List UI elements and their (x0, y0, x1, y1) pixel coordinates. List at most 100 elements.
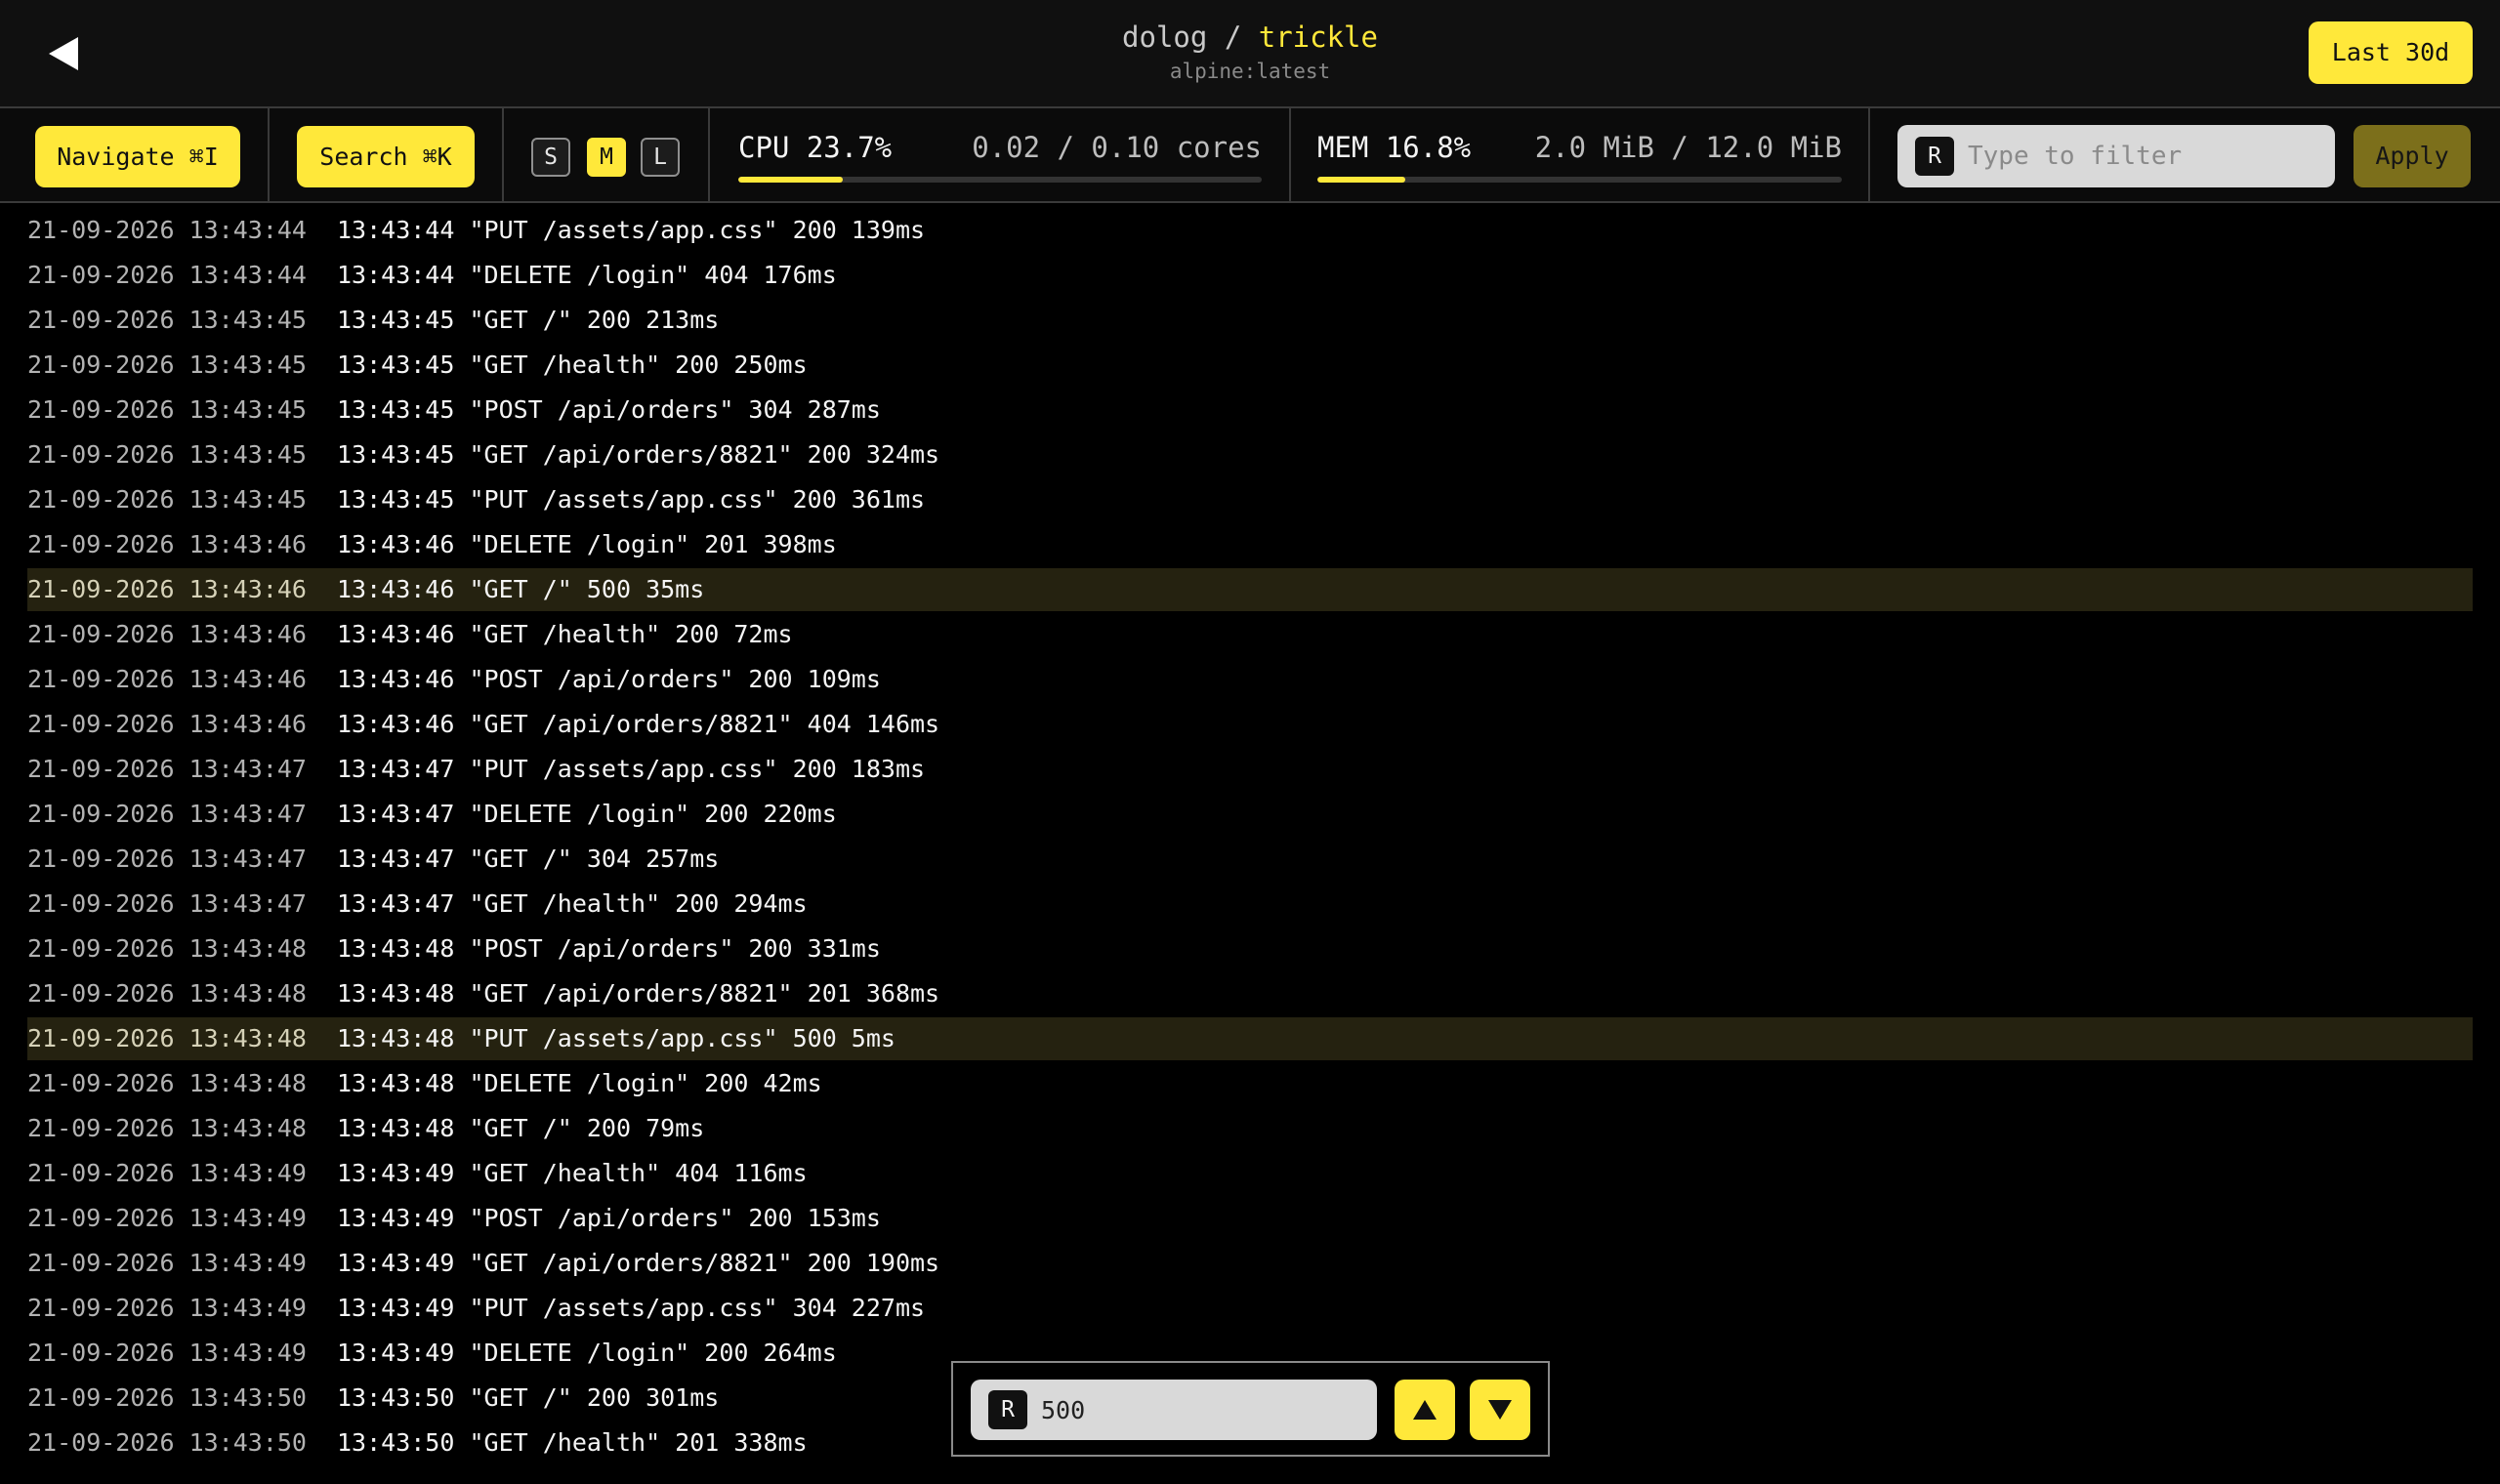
log-timestamp: 21-09-2026 13:43:46 (27, 665, 307, 693)
regex-badge[interactable]: R (1915, 137, 1954, 176)
log-timestamp: 21-09-2026 13:43:45 (27, 306, 307, 334)
log-row[interactable]: 21-09-2026 13:43:47 13:43:47 "GET /health… (27, 883, 2473, 926)
log-message: 13:43:47 "PUT /assets/app.css" 200 183ms (337, 755, 926, 783)
log-message: 13:43:48 "POST /api/orders" 200 331ms (337, 934, 881, 963)
log-row[interactable]: 21-09-2026 13:43:48 13:43:48 "POST /api/o… (27, 928, 2473, 970)
log-row[interactable]: 21-09-2026 13:43:47 13:43:47 "GET /" 304 … (27, 838, 2473, 881)
log-message: 13:43:45 "GET /api/orders/8821" 200 324m… (337, 440, 940, 469)
log-row[interactable]: 21-09-2026 13:43:45 13:43:45 "GET /" 200 … (27, 299, 2473, 342)
log-row[interactable]: 21-09-2026 13:43:47 13:43:47 "PUT /assets… (27, 748, 2473, 791)
log-row[interactable]: 21-09-2026 13:43:45 13:43:45 "POST /api/o… (27, 389, 2473, 432)
log-timestamp: 21-09-2026 13:43:49 (27, 1204, 307, 1232)
mem-label: MEM 16.8% (1317, 131, 1472, 164)
log-timestamp: 21-09-2026 13:43:46 (27, 620, 307, 648)
image-name: alpine:latest (1169, 60, 1331, 83)
navigator-search-input[interactable] (1039, 1380, 1361, 1440)
log-message: 13:43:46 "GET /api/orders/8821" 404 146m… (337, 710, 940, 738)
log-message: 13:43:48 "PUT /assets/app.css" 500 5ms (337, 1024, 896, 1052)
project-name: dolog (1122, 21, 1208, 54)
log-row[interactable]: 21-09-2026 13:43:46 13:43:46 "GET /health… (27, 613, 2473, 656)
log-row[interactable]: 21-09-2026 13:43:46 13:43:46 "POST /api/o… (27, 658, 2473, 701)
log-row[interactable]: 21-09-2026 13:43:49 13:43:49 "POST /api/o… (27, 1197, 2473, 1240)
top-header: dolog / trickle alpine:latest Last 30d (0, 0, 2500, 108)
log-timestamp: 21-09-2026 13:43:45 (27, 395, 307, 424)
toolbar-divider (1868, 108, 1870, 203)
log-row[interactable]: 21-09-2026 13:43:44 13:43:44 "PUT /assets… (27, 209, 2473, 252)
log-message: 13:43:49 "GET /health" 404 116ms (337, 1159, 808, 1187)
mem-usage-fill (1317, 177, 1405, 183)
size-medium-button[interactable]: M (587, 138, 626, 177)
log-message: 13:43:46 "DELETE /login" 201 398ms (337, 530, 837, 558)
log-message: 13:43:48 "DELETE /login" 200 42ms (337, 1069, 822, 1097)
cpu-value: 0.02 / 0.10 cores (972, 131, 1262, 164)
previous-match-button[interactable] (1395, 1380, 1455, 1440)
filter-input[interactable] (1966, 125, 2317, 187)
log-message: 13:43:47 "DELETE /login" 200 220ms (337, 800, 837, 828)
log-message: 13:43:44 "DELETE /login" 404 176ms (337, 261, 837, 289)
log-timestamp: 21-09-2026 13:43:48 (27, 979, 307, 1008)
log-timestamp: 21-09-2026 13:43:48 (27, 1069, 307, 1097)
search-button[interactable]: Search ⌘K (297, 126, 475, 187)
log-timestamp: 21-09-2026 13:43:48 (27, 1114, 307, 1142)
toolbar-divider (708, 108, 710, 203)
log-row[interactable]: 21-09-2026 13:43:49 13:43:49 "GET /health… (27, 1152, 2473, 1195)
log-message: 13:43:50 "GET /" 200 301ms (337, 1383, 720, 1412)
navigate-button[interactable]: Navigate ⌘I (35, 126, 240, 187)
log-row-match[interactable]: 21-09-2026 13:43:48 13:43:48 "PUT /assets… (27, 1017, 2473, 1060)
regex-badge[interactable]: R (988, 1390, 1027, 1429)
mem-usage-bar (1317, 177, 1842, 183)
toolbar-divider (1289, 108, 1291, 203)
log-row[interactable]: 21-09-2026 13:43:45 13:43:45 "GET /health… (27, 344, 2473, 387)
log-row[interactable]: 21-09-2026 13:43:49 13:43:49 "GET /api/or… (27, 1242, 2473, 1285)
log-list[interactable]: 21-09-2026 13:43:44 13:43:44 "PUT /assets… (0, 205, 2500, 1484)
log-message: 13:43:45 "POST /api/orders" 304 287ms (337, 395, 881, 424)
log-row[interactable]: 21-09-2026 13:43:45 13:43:45 "PUT /assets… (27, 478, 2473, 521)
log-message: 13:43:47 "GET /" 304 257ms (337, 845, 720, 873)
log-timestamp: 21-09-2026 13:43:47 (27, 845, 307, 873)
log-message: 13:43:49 "POST /api/orders" 200 153ms (337, 1204, 881, 1232)
time-range-button[interactable]: Last 30d (2309, 21, 2473, 84)
log-timestamp: 21-09-2026 13:43:49 (27, 1159, 307, 1187)
size-small-button[interactable]: S (531, 138, 570, 177)
log-row[interactable]: 21-09-2026 13:43:49 13:43:49 "PUT /assets… (27, 1287, 2473, 1330)
log-timestamp: 21-09-2026 13:43:46 (27, 710, 307, 738)
search-navigator: R (951, 1361, 1550, 1457)
log-timestamp: 21-09-2026 13:43:44 (27, 261, 307, 289)
log-message: 13:43:49 "DELETE /login" 200 264ms (337, 1339, 837, 1367)
arrow-down-icon (1470, 1398, 1530, 1422)
log-message: 13:43:48 "GET /api/orders/8821" 201 368m… (337, 979, 940, 1008)
log-message: 13:43:50 "GET /health" 201 338ms (337, 1428, 808, 1457)
log-timestamp: 21-09-2026 13:43:47 (27, 889, 307, 918)
toolbar: Navigate ⌘I Search ⌘K S M L CPU 23.7% 0.… (0, 108, 2500, 203)
title-block: dolog / trickle alpine:latest (0, 18, 2500, 84)
log-row[interactable]: 21-09-2026 13:43:48 13:43:48 "DELETE /log… (27, 1062, 2473, 1105)
log-timestamp: 21-09-2026 13:43:47 (27, 755, 307, 783)
log-message: 13:43:45 "PUT /assets/app.css" 200 361ms (337, 485, 926, 514)
size-large-button[interactable]: L (641, 138, 680, 177)
log-timestamp: 21-09-2026 13:43:45 (27, 350, 307, 379)
cpu-usage-bar (738, 177, 1262, 183)
toolbar-divider (502, 108, 504, 203)
log-timestamp: 21-09-2026 13:43:50 (27, 1383, 307, 1412)
breadcrumb: dolog / trickle (0, 18, 2500, 57)
navigator-input-box: R (971, 1380, 1377, 1440)
apply-button[interactable]: Apply (2354, 125, 2471, 187)
log-timestamp: 21-09-2026 13:43:46 (27, 530, 307, 558)
log-row[interactable]: 21-09-2026 13:43:48 13:43:48 "GET /" 200 … (27, 1107, 2473, 1150)
log-timestamp: 21-09-2026 13:43:49 (27, 1249, 307, 1277)
log-message: 13:43:48 "GET /" 200 79ms (337, 1114, 705, 1142)
log-row[interactable]: 21-09-2026 13:43:47 13:43:47 "DELETE /log… (27, 793, 2473, 836)
log-row[interactable]: 21-09-2026 13:43:44 13:43:44 "DELETE /log… (27, 254, 2473, 297)
log-timestamp: 21-09-2026 13:43:44 (27, 216, 307, 244)
log-row[interactable]: 21-09-2026 13:43:46 13:43:46 "DELETE /log… (27, 523, 2473, 566)
log-message: 13:43:46 "GET /health" 200 72ms (337, 620, 793, 648)
log-message: 13:43:49 "PUT /assets/app.css" 304 227ms (337, 1294, 926, 1322)
log-message: 13:43:46 "POST /api/orders" 200 109ms (337, 665, 881, 693)
arrow-up-icon (1395, 1398, 1455, 1422)
next-match-button[interactable] (1470, 1380, 1530, 1440)
log-message: 13:43:49 "GET /api/orders/8821" 200 190m… (337, 1249, 940, 1277)
log-row[interactable]: 21-09-2026 13:43:46 13:43:46 "GET /api/or… (27, 703, 2473, 746)
log-row[interactable]: 21-09-2026 13:43:45 13:43:45 "GET /api/or… (27, 433, 2473, 476)
log-row[interactable]: 21-09-2026 13:43:48 13:43:48 "GET /api/or… (27, 972, 2473, 1015)
log-row-match[interactable]: 21-09-2026 13:43:46 13:43:46 "GET /" 500 … (27, 568, 2473, 611)
